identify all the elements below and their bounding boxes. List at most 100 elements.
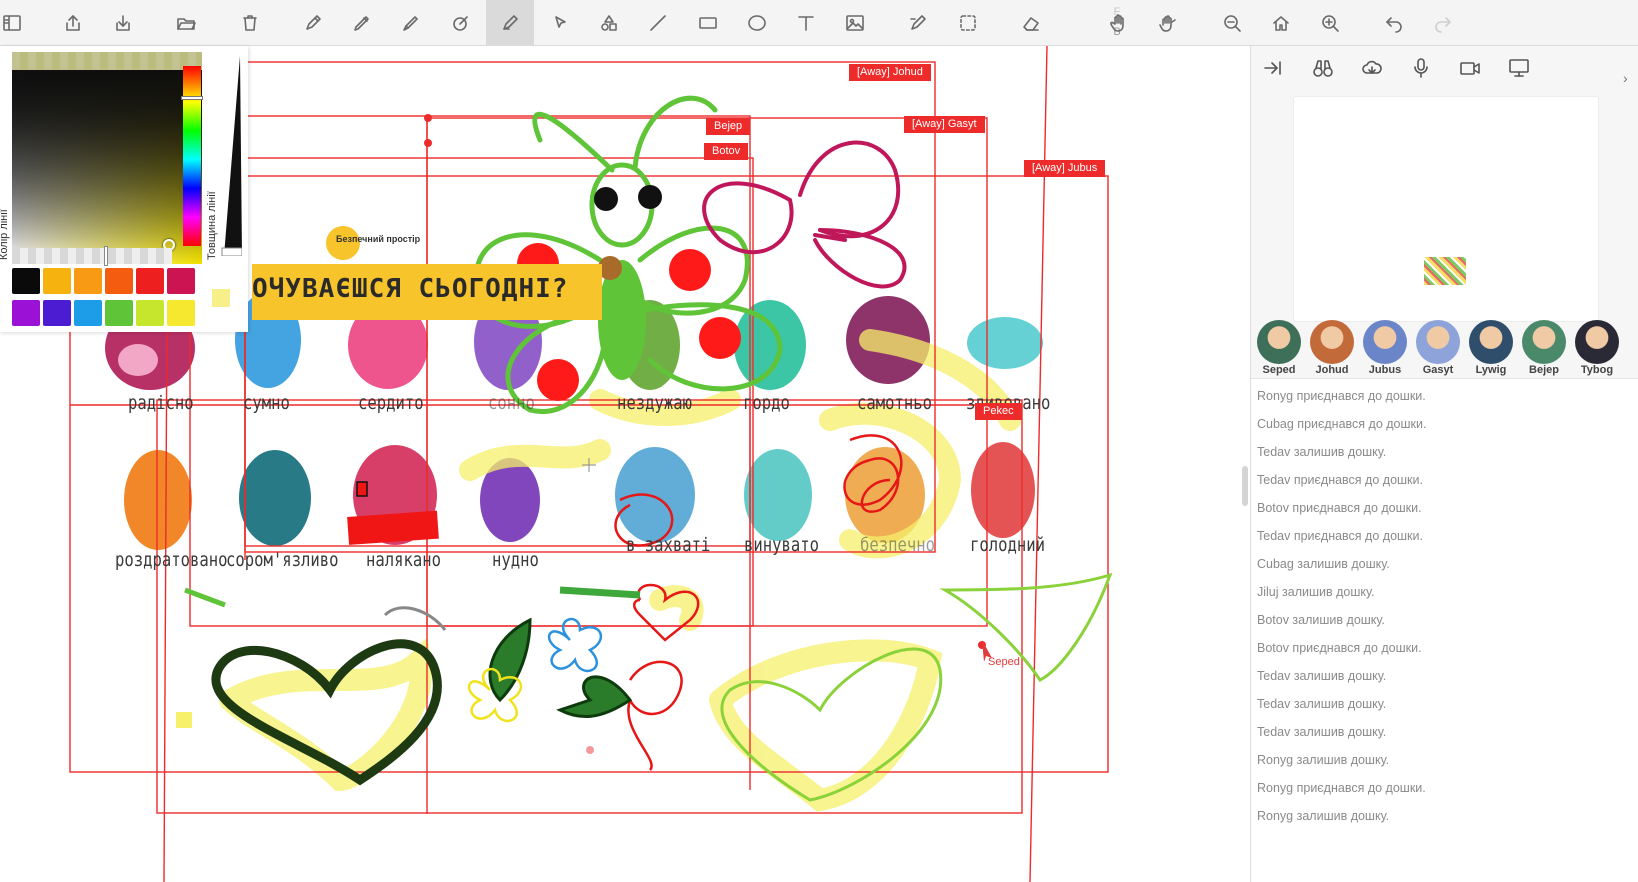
sidebar-toggle-button[interactable] (0, 0, 36, 45)
pencil-tool-button[interactable] (289, 0, 337, 45)
delete-button[interactable] (226, 0, 274, 45)
avatar-image (1363, 320, 1407, 364)
log-entry: Cubag приєднався до дошки. (1257, 417, 1427, 431)
color-swatch[interactable] (136, 300, 164, 326)
participant-avatar[interactable]: Jubus (1359, 318, 1411, 380)
lasso-pen-button[interactable] (894, 0, 942, 45)
hue-slider-handle[interactable] (181, 96, 203, 100)
home-button[interactable] (1257, 0, 1305, 45)
log-entry: Ronyg приєднався до дошки. (1257, 781, 1426, 795)
grab-hand-button[interactable] (1144, 0, 1192, 45)
participant-avatar[interactable]: Gasyt (1412, 318, 1464, 380)
grab-hand-icon (1159, 14, 1176, 32)
avatar-image (1310, 320, 1354, 364)
user-tag: Bejep (706, 118, 751, 135)
ellipse-tool-button[interactable] (733, 0, 781, 45)
emotion-label: безпечно (860, 534, 936, 556)
color-swatch[interactable] (167, 268, 195, 294)
alpha-slider-handle[interactable] (104, 246, 108, 266)
select-tool-button[interactable] (536, 0, 584, 45)
import-button[interactable] (99, 0, 147, 45)
shapes-icon (601, 14, 617, 31)
cloud-button[interactable] (1350, 52, 1394, 84)
panel-resize-handle[interactable] (1242, 466, 1248, 506)
log-entry: Jiluj залишив дошку. (1257, 585, 1375, 599)
participant-avatar[interactable]: Bejep (1518, 318, 1570, 380)
pen-icon (354, 15, 369, 31)
more-participants-chevron-icon[interactable]: › (1623, 70, 1628, 86)
color-swatch[interactable] (105, 300, 133, 326)
binoculars-button[interactable] (1301, 52, 1345, 84)
stamp-tool-button[interactable] (437, 0, 485, 45)
brush-tool-button[interactable] (387, 0, 435, 45)
avatar-image (1469, 320, 1513, 364)
color-swatch[interactable] (43, 268, 71, 294)
undo-button[interactable] (1370, 0, 1418, 45)
camera-button[interactable] (1448, 52, 1492, 84)
emotion-label: самотньо (857, 392, 933, 414)
avatar-name: Gasyt (1422, 364, 1454, 376)
color-swatch[interactable] (43, 300, 71, 326)
export-button[interactable] (49, 0, 97, 45)
color-swatch[interactable] (167, 300, 195, 326)
log-entry: Tedav залишив дошку. (1257, 697, 1387, 711)
screen-share-button[interactable] (1497, 52, 1541, 84)
color-swatch[interactable] (74, 300, 102, 326)
line-tool-button[interactable] (634, 0, 682, 45)
stamp-icon (453, 15, 468, 31)
marker-tool-button[interactable] (486, 0, 534, 45)
alpha-slider[interactable] (12, 248, 172, 264)
selection-box-button[interactable] (944, 0, 992, 45)
color-swatch[interactable] (105, 268, 133, 294)
participant-avatar[interactable]: Tybog (1571, 318, 1623, 380)
board-minimap[interactable] (1293, 96, 1599, 322)
color-swatch[interactable] (74, 268, 102, 294)
pan-hand-button[interactable] (1095, 0, 1143, 45)
cloud-icon (1362, 60, 1382, 74)
cursor-arrow-icon (555, 15, 566, 28)
zoom-in-icon (1322, 14, 1339, 32)
pen-tool-button[interactable] (338, 0, 386, 45)
avatar-image (1416, 320, 1460, 364)
zoom-in-button[interactable] (1306, 0, 1354, 45)
collapse-panel-button[interactable] (1251, 52, 1295, 84)
binoculars-icon (1313, 60, 1333, 77)
user-tag: [Away] Johud (849, 64, 931, 81)
line-width-slider[interactable] (220, 56, 242, 256)
ellipse-icon (748, 14, 766, 31)
line-icon (650, 14, 666, 31)
text-tool-button[interactable] (782, 0, 830, 45)
eraser-icon (1023, 16, 1039, 31)
color-swatch[interactable] (12, 300, 40, 326)
log-entry: Cubag залишив дошку. (1257, 557, 1390, 571)
emotion-label: сонно (488, 392, 535, 414)
color-swatch[interactable] (12, 268, 40, 294)
shapes-tool-button[interactable] (585, 0, 633, 45)
side-toolbar (1251, 46, 1638, 88)
avatar-name: Seped (1262, 364, 1296, 376)
image-icon (846, 14, 864, 31)
zoom-out-icon (1224, 14, 1241, 32)
avatar-image (1522, 320, 1566, 364)
log-entry: Botov залишив дошку. (1257, 613, 1385, 627)
image-tool-button[interactable] (831, 0, 879, 45)
eraser-tool-button[interactable] (1007, 0, 1055, 45)
hue-slider[interactable] (183, 66, 201, 246)
import-icon (116, 14, 130, 31)
open-folder-button[interactable] (162, 0, 210, 45)
zoom-out-button[interactable] (1208, 0, 1256, 45)
rectangle-tool-button[interactable] (684, 0, 732, 45)
emotion-label: нездужаю (617, 392, 693, 414)
participant-avatar[interactable]: Seped (1253, 318, 1305, 380)
log-entry: Ronyg залишив дошку. (1257, 753, 1390, 767)
saturation-picker[interactable] (12, 52, 202, 264)
redo-icon (1435, 16, 1451, 33)
microphone-button[interactable] (1399, 52, 1443, 84)
color-swatch[interactable] (136, 268, 164, 294)
participant-avatar[interactable]: Johud (1306, 318, 1358, 380)
undo-icon (1386, 16, 1402, 33)
lasso-pen-icon (910, 14, 926, 30)
redo-button[interactable] (1419, 0, 1467, 45)
home-icon (1273, 15, 1289, 31)
participant-avatar[interactable]: Lywig (1465, 318, 1517, 380)
